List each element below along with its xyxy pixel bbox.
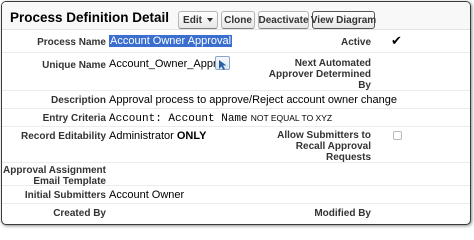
process-name-text: Account Owner Approval bbox=[109, 35, 233, 47]
row-email-template: Approval Assignment Email Template bbox=[2, 163, 470, 187]
modified-by-label: Modified By bbox=[314, 208, 371, 219]
initial-submitters-value: Account Owner bbox=[109, 189, 185, 201]
row-unique-name: Unique Name Account_Owner_Approval Next … bbox=[2, 53, 470, 91]
row-initial-submitters: Initial Submitters Account Owner bbox=[2, 186, 470, 204]
description-value: Approval process to approve/Reject accou… bbox=[109, 94, 398, 106]
allow-recall-label-line2: Recall Approval bbox=[295, 141, 371, 152]
allow-recall-checkbox bbox=[393, 131, 402, 140]
next-approver-label: Next Automated Approver Determined By bbox=[269, 58, 371, 91]
next-approver-label-line2: Approver Determined bbox=[268, 69, 371, 80]
unique-name-value: Account_Owner_Approval bbox=[109, 58, 215, 70]
panel-header: Process Definition Detail Edit Clone Dea… bbox=[2, 2, 470, 30]
entry-criteria-value: Account: Account Name NOT EQUAL TO XYZ bbox=[109, 112, 332, 125]
edit-button[interactable]: Edit bbox=[178, 11, 218, 29]
allow-recall-label-line3: Requests bbox=[325, 152, 371, 163]
next-approver-label-line3: By bbox=[358, 80, 371, 91]
row-record-editability: Record Editability Administrator ONLY Al… bbox=[2, 127, 470, 163]
record-editability-text: Administrator bbox=[109, 130, 174, 142]
row-process-name: Process Name Account Owner Approval Acti… bbox=[2, 30, 470, 53]
row-description: Description Approval process to approve/… bbox=[2, 91, 470, 109]
unique-name-label: Unique Name bbox=[42, 60, 106, 71]
chevron-down-icon[interactable] bbox=[206, 18, 213, 22]
active-label: Active bbox=[340, 37, 371, 48]
created-by-label: Created By bbox=[53, 208, 106, 219]
next-approver-label-line1: Next Automated bbox=[294, 58, 371, 69]
entry-criteria-label: Entry Criteria bbox=[42, 113, 106, 124]
mouse-pointer-glyph bbox=[219, 60, 227, 70]
allow-recall-label: Allow Submitters to Recall Approval Requ… bbox=[277, 130, 371, 163]
page-title: Process Definition Detail bbox=[10, 10, 170, 25]
initial-submitters-label: Initial Submitters bbox=[24, 190, 106, 201]
description-label: Description bbox=[50, 95, 106, 106]
row-created-modified: Created By Modified By bbox=[2, 204, 470, 224]
edit-button-label: Edit bbox=[183, 14, 202, 26]
record-editability-only: ONLY bbox=[176, 130, 207, 142]
checkmark-icon: ✔ bbox=[391, 33, 402, 48]
process-name-value: Account Owner Approval bbox=[109, 35, 233, 47]
allow-recall-label-line1: Allow Submitters to bbox=[277, 130, 371, 141]
record-editability-value: Administrator ONLY bbox=[109, 130, 206, 142]
entry-criteria-field: Account: Account Name bbox=[109, 113, 248, 125]
mouse-pointer-icon bbox=[215, 56, 230, 70]
email-template-label: Approval Assignment Email Template bbox=[3, 165, 106, 187]
process-definition-panel: Process Definition Detail Edit Clone Dea… bbox=[1, 1, 471, 225]
view-diagram-button[interactable]: View Diagram bbox=[311, 11, 376, 29]
record-editability-label: Record Editability bbox=[20, 131, 106, 142]
process-name-label: Process Name bbox=[37, 37, 106, 48]
row-entry-criteria: Entry Criteria Account: Account Name NOT… bbox=[2, 109, 470, 127]
email-template-label-line1: Approval Assignment bbox=[3, 165, 106, 176]
clone-button[interactable]: Clone bbox=[221, 11, 255, 29]
entry-criteria-operator: NOT EQUAL TO XYZ bbox=[250, 113, 333, 123]
deactivate-button[interactable]: Deactivate bbox=[258, 11, 309, 29]
